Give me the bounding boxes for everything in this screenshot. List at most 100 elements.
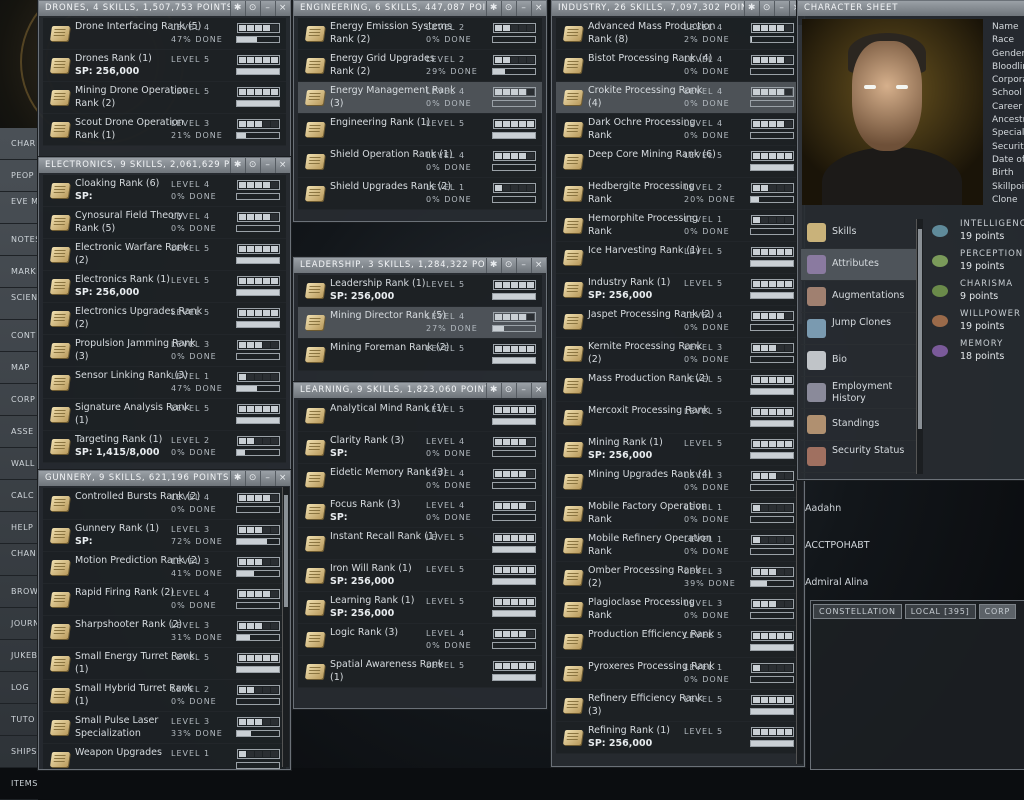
skill-row[interactable]: Hedbergite Processing Rank Level 2 20% Don… [556, 178, 800, 210]
pin-icon[interactable]: ✱ [230, 158, 245, 173]
people-entry[interactable]: Admiral Alina [805, 577, 868, 588]
skill-row[interactable]: Kernite Processing Rank (2) Level 3 0% Don… [556, 338, 800, 370]
skill-row[interactable]: Advanced Mass Production Rank (8) Level 4… [556, 18, 800, 50]
close-icon[interactable]: × [531, 383, 546, 398]
tabs-scrollbar[interactable] [916, 219, 923, 474]
neocom-item[interactable]: Mark [0, 256, 38, 288]
chat-tab-corp[interactable]: Corp [978, 604, 1017, 619]
scrollbar[interactable] [282, 487, 289, 767]
skill-row[interactable]: Gunnery Rank (1) SP: Level 3 72% Done [43, 520, 286, 552]
close-icon[interactable]: × [275, 1, 290, 16]
tab-skillbook[interactable]: Skills [801, 217, 919, 249]
skill-row[interactable]: Rapid Firing Rank (2) Level 4 0% Done [43, 584, 286, 616]
skill-row[interactable]: Dark Ochre Processing Rank Level 4 0% Done [556, 114, 800, 146]
neocom-item[interactable]: Brow [0, 576, 38, 608]
skill-row[interactable]: Drone Interfacing Rank (5) Level 4 47% Don… [43, 18, 286, 50]
skill-row[interactable]: Energy Grid Upgrades Rank (2) Level 2 29% … [298, 50, 542, 82]
pin-icon[interactable]: ✱ [486, 258, 501, 273]
skill-row[interactable]: Analytical Mind Rank (1) Level 5 [298, 400, 542, 432]
skill-row[interactable]: Controlled Bursts Rank (2) Level 4 0% Done [43, 488, 286, 520]
pin-icon[interactable]: ✱ [230, 1, 245, 16]
skill-row[interactable]: Production Efficiency Rank Level 5 [556, 626, 800, 658]
people-entry[interactable]: Aadahn [805, 503, 841, 514]
skill-row[interactable]: Logic Rank (3) Level 4 0% Done [298, 624, 542, 656]
minimize-icon[interactable]: – [516, 383, 531, 398]
skill-row[interactable]: Shield Operation Rank (1) Level 4 0% Done [298, 146, 542, 178]
neocom-item[interactable]: Chan Mailin [0, 544, 38, 576]
neocom-item[interactable]: Help [0, 512, 38, 544]
neocom-item[interactable]: Items [0, 768, 38, 800]
minimize-icon[interactable]: – [774, 1, 789, 16]
skill-row[interactable]: Industry Rank (1) SP: 256,000 Level 5 [556, 274, 800, 306]
skill-row[interactable]: Learning Rank (1) SP: 256,000 Level 5 [298, 592, 542, 624]
skill-row[interactable]: Mining Drone Operation Rank (2) Level 5 [43, 82, 286, 114]
close-icon[interactable]: × [531, 258, 546, 273]
skill-row[interactable]: Mining Upgrades Rank (4) Level 3 0% Done [556, 466, 800, 498]
neocom-item[interactable]: Tuto [0, 704, 38, 736]
neocom-item[interactable]: Wall [0, 448, 38, 480]
skill-row[interactable]: Motion Prediction Rank (2) Level 3 41% Don… [43, 552, 286, 584]
skill-row[interactable]: Mining Rank (1) SP: 256,000 Level 5 [556, 434, 800, 466]
neocom-item[interactable]: Cont [0, 320, 38, 352]
neocom-item[interactable]: Map [0, 352, 38, 384]
chat-tab-local[interactable]: Local [395] [904, 604, 976, 619]
minimize-icon[interactable]: – [260, 158, 275, 173]
options-icon[interactable]: ⊙ [501, 383, 516, 398]
skill-row[interactable]: Weapon Upgrades Level 1 [43, 744, 286, 769]
minimize-icon[interactable]: – [260, 471, 275, 486]
skill-row[interactable]: Instant Recall Rank (1) Level 5 [298, 528, 542, 560]
skill-row[interactable]: Crokite Processing Rank (4) Level 4 0% Don… [556, 82, 800, 114]
tab-augmentations[interactable]: Augmentations [801, 281, 919, 313]
minimize-icon[interactable]: – [516, 1, 531, 16]
neocom-item[interactable]: Log [0, 672, 38, 704]
options-icon[interactable]: ⊙ [501, 1, 516, 16]
skill-row[interactable]: Electronic Warfare Rank (2) Level 5 [43, 239, 286, 271]
skill-row[interactable]: Refinery Efficiency Rank (3) Level 5 [556, 690, 800, 722]
options-icon[interactable]: ⊙ [245, 1, 260, 16]
skill-row[interactable]: Mobile Factory Operation Rank Level 1 0% D… [556, 498, 800, 530]
neocom-item[interactable]: Jukeb [0, 640, 38, 672]
options-icon[interactable]: ⊙ [759, 1, 774, 16]
neocom-item[interactable]: Corp [0, 384, 38, 416]
skill-row[interactable]: Plagioclase Processing Rank Level 3 0% Don… [556, 594, 800, 626]
chat-tab-constellation[interactable]: Constellation [813, 604, 902, 619]
skill-row[interactable]: Deep Core Mining Rank (6) Level 5 [556, 146, 800, 178]
neocom-item[interactable]: Peop [0, 160, 38, 192]
options-icon[interactable]: ⊙ [245, 471, 260, 486]
skill-row[interactable]: Engineering Rank (1) Level 5 [298, 114, 542, 146]
skill-row[interactable]: Leadership Rank (1) SP: 256,000 Level 5 [298, 275, 542, 307]
neocom-item[interactable]: Char [0, 128, 38, 160]
skill-row[interactable]: Signature Analysis Rank (1) Level 5 [43, 399, 286, 431]
pin-icon[interactable]: ✱ [230, 471, 245, 486]
skill-row[interactable]: Mercoxit Processing Rank Level 5 [556, 402, 800, 434]
skill-row[interactable]: Shield Upgrades Rank (2) Level 1 0% Done [298, 178, 542, 210]
options-icon[interactable]: ⊙ [245, 158, 260, 173]
skill-row[interactable]: Pyroxeres Processing Rank Level 1 0% Done [556, 658, 800, 690]
pin-icon[interactable]: ✱ [744, 1, 759, 16]
skill-row[interactable]: Mobile Refinery Operation Rank Level 1 0% … [556, 530, 800, 562]
scrollbar-thumb[interactable] [284, 495, 288, 607]
close-icon[interactable]: × [531, 1, 546, 16]
skill-row[interactable]: Spatial Awareness Rank (1) Level 5 [298, 656, 542, 688]
neocom-item[interactable]: EVE M [0, 192, 38, 224]
skill-row[interactable]: Mining Foreman Rank (2) Level 5 [298, 339, 542, 371]
skill-row[interactable]: Energy Management Rank (3) Level 4 0% Done [298, 82, 542, 114]
tab-employment[interactable]: Employment History [801, 377, 919, 409]
skill-row[interactable]: Sharpshooter Rank (2) Level 3 31% Done [43, 616, 286, 648]
skill-row[interactable]: Cloaking Rank (6) SP: Level 4 0% Done [43, 175, 286, 207]
skill-row[interactable]: Omber Processing Rank (2) Level 3 39% Done [556, 562, 800, 594]
skill-row[interactable]: Propulsion Jamming Rank (3) Level 3 0% Don… [43, 335, 286, 367]
skill-row[interactable]: Bistot Processing Rank (4) Level 4 0% Done [556, 50, 800, 82]
skill-row[interactable]: Ice Harvesting Rank (1) Level 5 [556, 242, 800, 274]
pin-icon[interactable]: ✱ [486, 383, 501, 398]
skill-row[interactable]: Cynosural Field Theory Rank (5) Level 4 0%… [43, 207, 286, 239]
options-icon[interactable]: ⊙ [501, 258, 516, 273]
skill-row[interactable]: Scout Drone Operation Rank (1) Level 3 21%… [43, 114, 286, 146]
neocom-item[interactable]: Calc [0, 480, 38, 512]
neocom-item[interactable]: Notes [0, 224, 38, 256]
skill-row[interactable]: Energy Emission Systems Rank (2) Level 20… [298, 18, 542, 50]
skill-row[interactable]: Small Pulse Laser Specialization Level 3 3… [43, 712, 286, 744]
skill-row[interactable]: Sensor Linking Rank (3) Level 1 47% Done [43, 367, 286, 399]
close-icon[interactable]: × [275, 158, 290, 173]
skill-row[interactable]: Mass Production Rank (2) Level 5 [556, 370, 800, 402]
